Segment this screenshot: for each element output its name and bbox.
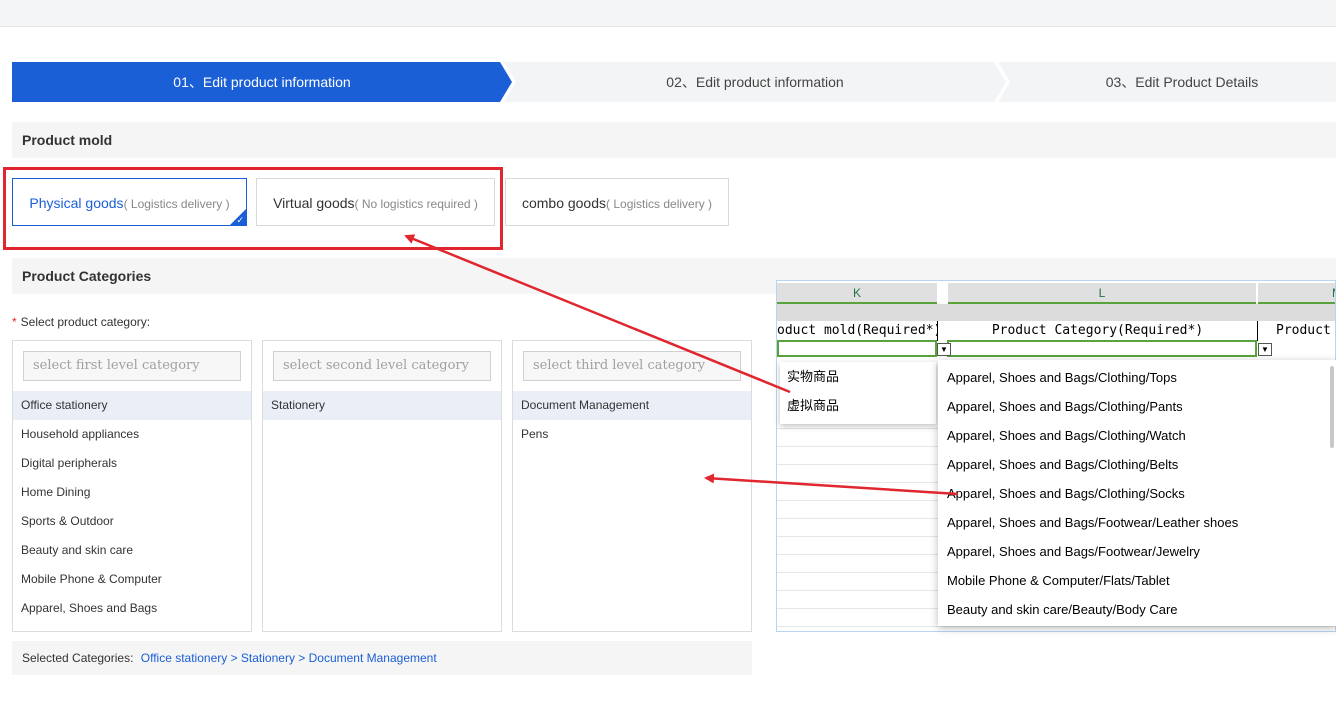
list-item[interactable]: Household appliances xyxy=(13,420,251,449)
step-progress: 01、Edit product information 02、Edit prod… xyxy=(12,62,1336,102)
dropdown-option[interactable]: Apparel, Shoes and Bags/Clothing/Pants xyxy=(938,392,1336,421)
list-item[interactable]: Apparel, Shoes and Bags xyxy=(13,594,251,623)
cell-k-active[interactable] xyxy=(777,340,937,357)
third-level-column: select third level category Document Man… xyxy=(512,340,752,632)
cell-product-mold-header: oduct mold(Required*) xyxy=(777,321,938,341)
dropdown-option[interactable]: Apparel, Shoes and Bags/Clothing/Tops xyxy=(938,363,1336,392)
product-mold-title: Product mold xyxy=(22,132,113,148)
category-required-text: Select product category: xyxy=(20,315,151,329)
selected-categories-label: Selected Categories: xyxy=(22,651,134,665)
product-categories-title: Product Categories xyxy=(22,268,152,284)
dropdown-option[interactable]: Mobile Phone & Computer/Flats/Tablet xyxy=(938,566,1336,595)
cell-l-active[interactable] xyxy=(947,340,1257,357)
first-level-search-input[interactable]: select first level category xyxy=(23,351,241,381)
cell-product-header: Product xyxy=(1276,323,1331,338)
dropdown-option[interactable]: Beauty and skin care/Beauty/Body Care xyxy=(938,595,1336,624)
third-level-list: Document Management Pens xyxy=(513,391,751,449)
list-item[interactable]: Beauty and skin care xyxy=(13,536,251,565)
list-item[interactable]: Document Management xyxy=(513,391,751,420)
mold-combo-hint: ( Logistics delivery ) xyxy=(606,197,713,211)
dropdown-option[interactable]: 实物商品 xyxy=(780,362,936,391)
dropdown-arrow-icon[interactable]: ▼ xyxy=(1258,343,1272,356)
step-1[interactable]: 01、Edit product information xyxy=(12,62,512,102)
column-header-m: M xyxy=(1258,283,1335,304)
dropdown-option[interactable]: Apparel, Shoes and Bags/Clothing/Belts xyxy=(938,450,1336,479)
step-2-label: 02、Edit product information xyxy=(666,74,844,90)
step-3[interactable]: 03、Edit Product Details xyxy=(998,62,1336,102)
list-item[interactable]: Digital peripherals xyxy=(13,449,251,478)
column-header-l: L xyxy=(948,283,1256,304)
cell-product-category-header: Product Category(Required*) xyxy=(938,321,1258,341)
scrollbar[interactable] xyxy=(1330,366,1334,448)
step-1-label: 01、Edit product information xyxy=(173,74,351,90)
first-level-list: Office stationery Household appliances D… xyxy=(13,391,251,623)
list-item[interactable]: Sports & Outdoor xyxy=(13,507,251,536)
header-row-spacer xyxy=(777,304,1335,321)
step-3-label: 03、Edit Product Details xyxy=(1105,74,1259,90)
third-level-search-input[interactable]: select third level category xyxy=(523,351,741,381)
list-item[interactable]: Pens xyxy=(513,420,751,449)
second-level-column: select second level category Stationery xyxy=(262,340,502,632)
list-item[interactable]: Office stationery xyxy=(13,391,251,420)
first-level-column: select first level category Office stati… xyxy=(12,340,252,632)
dropdown-option[interactable]: 虚拟商品 xyxy=(780,391,936,420)
dropdown-option[interactable]: Apparel, Shoes and Bags/Clothing/Socks xyxy=(938,479,1336,508)
selected-categories-path[interactable]: Office stationery > Stationery > Documen… xyxy=(141,651,437,665)
mold-combo-label: combo goods xyxy=(521,195,607,211)
dropdown-option[interactable]: Apparel, Shoes and Bags/Footwear/Leather… xyxy=(938,508,1336,537)
mold-combo-goods[interactable]: combo goods( Logistics delivery ) xyxy=(505,178,729,226)
list-item[interactable]: Home Dining xyxy=(13,478,251,507)
grid-line xyxy=(777,626,1335,627)
top-bar xyxy=(0,0,1336,27)
column-header-k: K xyxy=(777,283,937,304)
step-2[interactable]: 02、Edit product information xyxy=(504,62,1006,102)
second-level-search-input[interactable]: select second level category xyxy=(273,351,491,381)
mold-dropdown-list: 实物商品 虚拟商品 xyxy=(780,362,936,424)
list-item[interactable]: Stationery xyxy=(263,391,501,420)
required-star: * xyxy=(12,315,17,329)
selected-categories-bar: Selected Categories: Office stationery >… xyxy=(12,641,752,675)
second-level-list: Stationery xyxy=(263,391,501,420)
product-mold-section: Product mold xyxy=(12,122,1336,158)
dropdown-option[interactable]: Apparel, Shoes and Bags/Clothing/Watch xyxy=(938,421,1336,450)
dropdown-option[interactable]: Apparel, Shoes and Bags/Footwear/Jewelry xyxy=(938,537,1336,566)
category-required-label: * Select product category: xyxy=(12,315,150,329)
list-item[interactable]: Mobile Phone & Computer xyxy=(13,565,251,594)
dropdown-arrow-icon[interactable]: ▼ xyxy=(937,343,951,356)
category-dropdown-list: Apparel, Shoes and Bags/Clothing/Tops Ap… xyxy=(938,360,1336,626)
highlight-box xyxy=(3,167,503,250)
